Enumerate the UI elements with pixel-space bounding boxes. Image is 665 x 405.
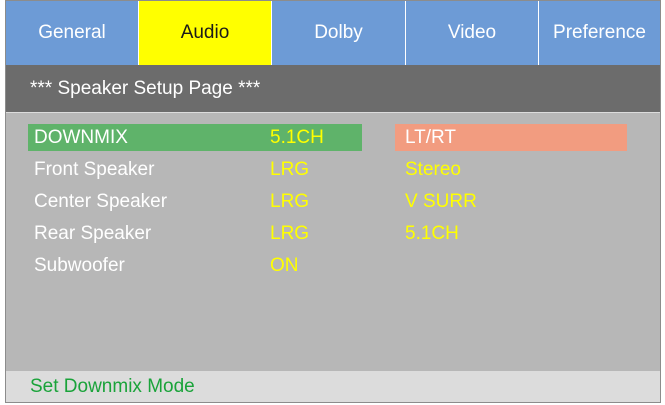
tab-video[interactable]: Video — [406, 1, 539, 65]
setting-row-front-speaker[interactable]: Front Speaker LRG — [28, 156, 362, 183]
downmix-option-v-surr[interactable]: V SURR — [395, 188, 627, 215]
page-title: *** Speaker Setup Page *** — [6, 65, 660, 113]
setting-value: LRG — [270, 159, 310, 180]
setting-label: Front Speaker — [34, 159, 155, 180]
setting-label: Subwoofer — [34, 255, 125, 276]
setting-row-rear-speaker[interactable]: Rear Speaker LRG — [28, 220, 362, 247]
setting-label: DOWNMIX — [34, 127, 128, 148]
settings-panel: DOWNMIX 5.1CH Front Speaker LRG Center S… — [6, 114, 660, 371]
setting-row-subwoofer[interactable]: Subwoofer ON — [28, 252, 362, 279]
setup-menu-window: General Audio Dolby Video Preference ***… — [5, 0, 661, 403]
tab-preference[interactable]: Preference — [539, 1, 660, 65]
tab-audio[interactable]: Audio — [139, 1, 272, 65]
downmix-option-lt-rt[interactable]: LT/RT — [395, 124, 627, 151]
tab-bar: General Audio Dolby Video Preference — [6, 1, 660, 65]
setting-row-center-speaker[interactable]: Center Speaker LRG — [28, 188, 362, 215]
setting-label: Center Speaker — [34, 191, 168, 212]
setting-value: LRG — [270, 223, 310, 244]
downmix-option-5-1ch[interactable]: 5.1CH — [395, 220, 627, 247]
tab-general[interactable]: General — [6, 1, 139, 65]
setting-label: Rear Speaker — [34, 223, 152, 244]
status-hint: Set Downmix Mode — [6, 371, 660, 402]
downmix-option-stereo[interactable]: Stereo — [395, 156, 627, 183]
setting-value: LRG — [270, 191, 310, 212]
setting-row-downmix[interactable]: DOWNMIX 5.1CH — [28, 124, 362, 151]
tab-dolby[interactable]: Dolby — [272, 1, 406, 65]
setting-value: 5.1CH — [270, 127, 324, 148]
setting-value: ON — [270, 255, 299, 276]
